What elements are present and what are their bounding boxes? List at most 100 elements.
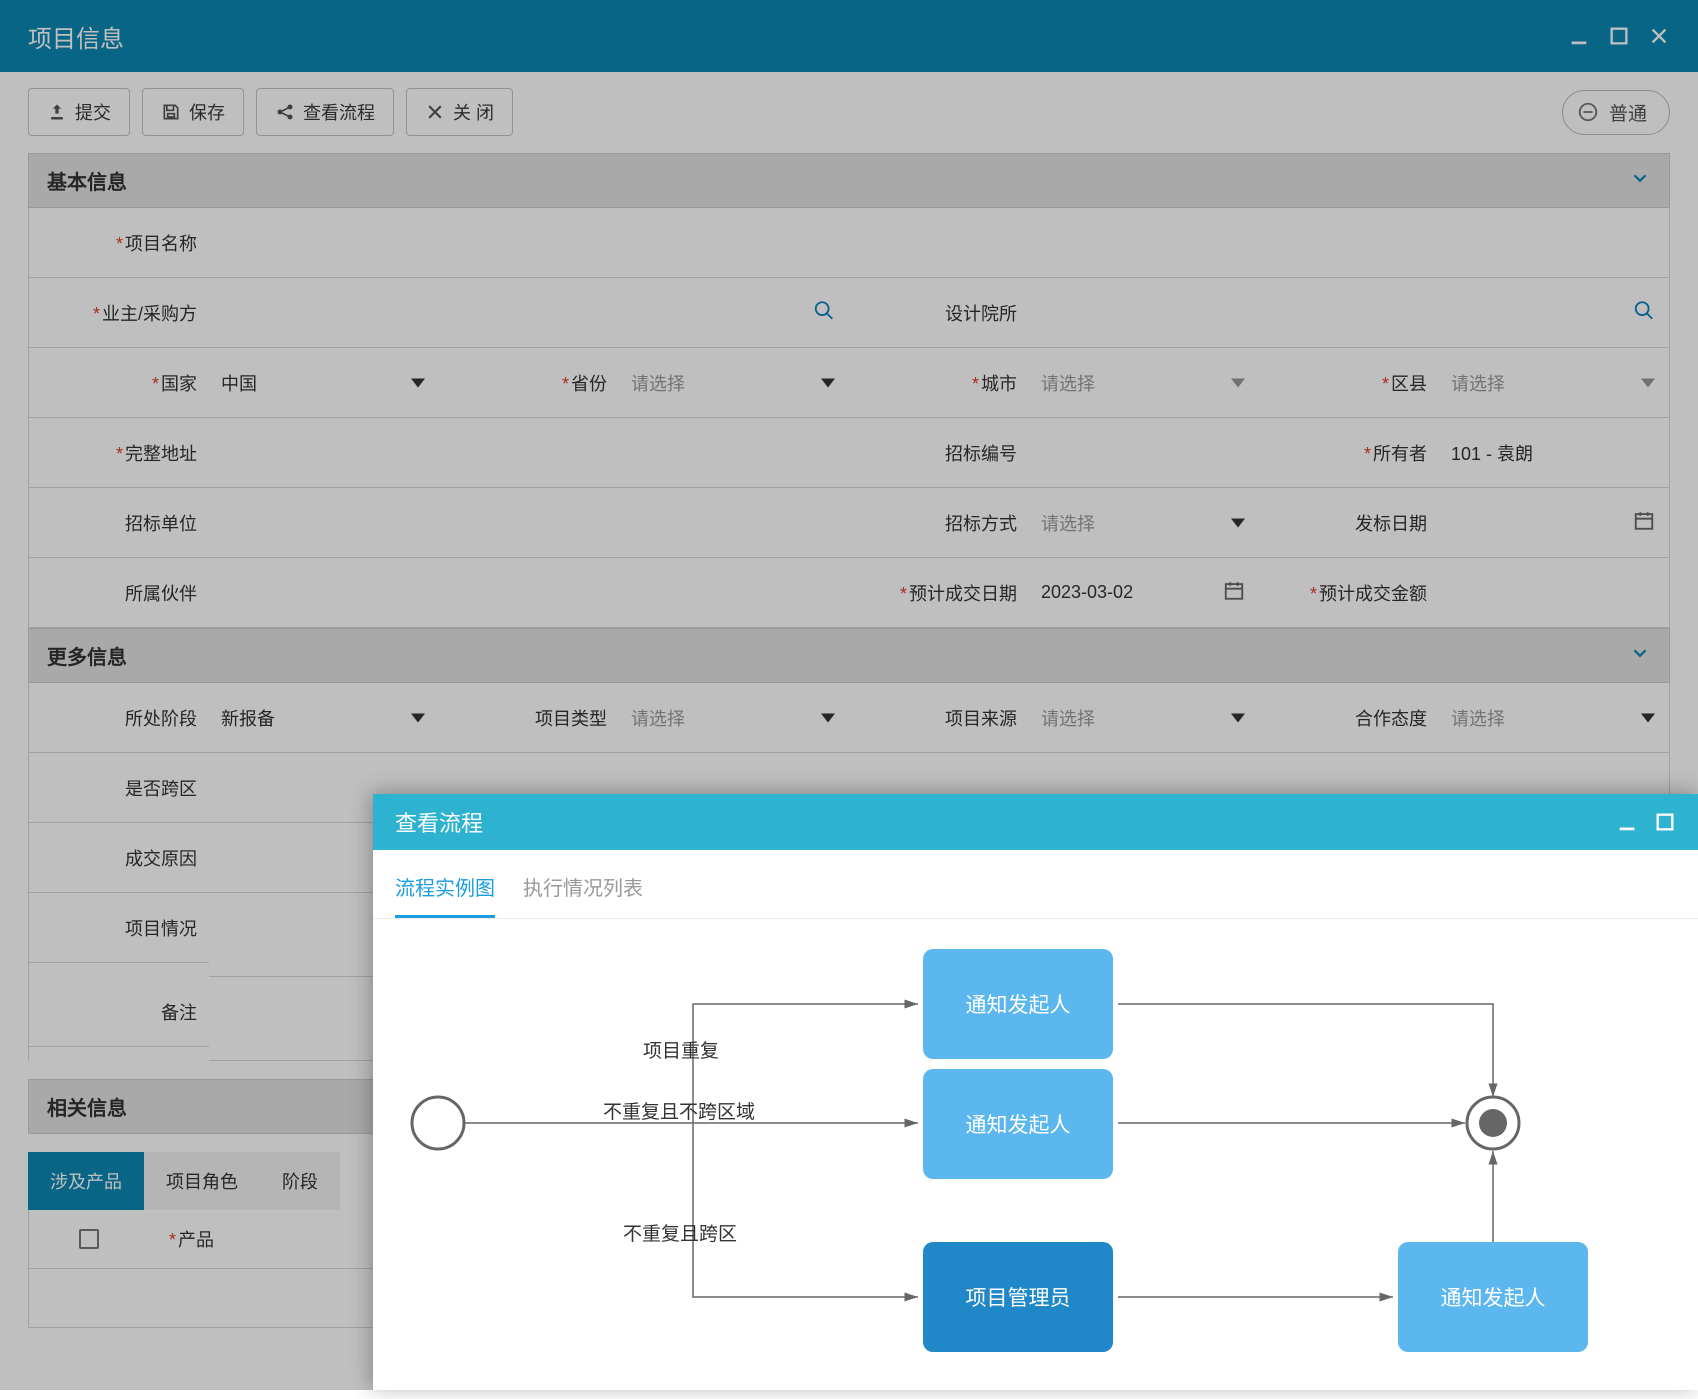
chevron-down-icon: [1629, 642, 1651, 670]
save-button[interactable]: 保存: [142, 88, 244, 136]
est-deal-amount-field[interactable]: [1439, 558, 1669, 628]
issue-date-field[interactable]: [1439, 488, 1669, 558]
bid-unit-field[interactable]: [209, 488, 849, 558]
submit-button[interactable]: 提交: [28, 88, 130, 136]
flow-node-notify-2[interactable]: 通知发起人: [923, 1069, 1113, 1179]
edge-label-duplicate: 项目重复: [643, 1036, 719, 1063]
search-icon[interactable]: [1633, 299, 1655, 326]
owner-field[interactable]: 101 - 袁朗: [1439, 418, 1669, 488]
label-est-deal-amount: 预计成交金额: [1310, 580, 1427, 606]
full-address-field[interactable]: [209, 418, 849, 488]
label-province: 省份: [562, 370, 607, 396]
section-basic-header[interactable]: 基本信息: [28, 153, 1670, 208]
calendar-icon[interactable]: [1223, 579, 1245, 606]
view-process-button[interactable]: 查看流程: [256, 88, 394, 136]
save-icon: [161, 102, 181, 122]
priority-pill[interactable]: 普通: [1562, 90, 1670, 135]
bid-no-field[interactable]: [1029, 418, 1259, 488]
flow-node-notify-3[interactable]: 通知发起人: [1398, 1242, 1588, 1352]
tab-execution-list[interactable]: 执行情况列表: [523, 872, 643, 918]
x-icon: [425, 102, 445, 122]
attitude-select[interactable]: 请选择: [1439, 683, 1669, 753]
city-select[interactable]: 请选择: [1029, 348, 1259, 418]
project-type-select[interactable]: 请选择: [619, 683, 849, 753]
section-more-header[interactable]: 更多信息: [28, 628, 1670, 683]
project-name-field[interactable]: [209, 208, 1669, 278]
label-country: 国家: [152, 370, 197, 396]
label-full-address: 完整地址: [116, 440, 197, 466]
stage-select[interactable]: 新报备: [209, 683, 439, 753]
tab-products[interactable]: 涉及产品: [28, 1152, 144, 1210]
chevron-down-icon: [821, 378, 835, 387]
design-inst-field[interactable]: [1029, 278, 1669, 348]
label-source: 项目来源: [945, 705, 1017, 731]
province-select[interactable]: 请选择: [619, 348, 849, 418]
label-project-type: 项目类型: [535, 705, 607, 731]
chevron-down-icon: [821, 713, 835, 722]
label-issue-date: 发标日期: [1355, 510, 1427, 536]
chevron-down-icon: [1641, 378, 1655, 387]
process-window-title: 查看流程: [395, 806, 483, 838]
label-stage: 所处阶段: [125, 705, 197, 731]
end-node: [1467, 1097, 1519, 1149]
label-bid-method: 招标方式: [945, 510, 1017, 536]
share-icon: [275, 102, 295, 122]
chevron-down-icon: [411, 378, 425, 387]
circle-minus-icon: [1577, 101, 1599, 123]
label-partner: 所属伙伴: [125, 580, 197, 606]
partner-field[interactable]: [209, 558, 849, 628]
flow-node-notify-1[interactable]: 通知发起人: [923, 949, 1113, 1059]
process-titlebar: 查看流程: [373, 794, 1698, 850]
edge-label-no-dup-cross: 不重复且跨区: [623, 1219, 737, 1246]
chevron-down-icon: [1231, 378, 1245, 387]
process-tabs: 流程实例图 执行情况列表: [373, 850, 1698, 919]
select-all-checkbox[interactable]: [79, 1229, 99, 1249]
label-owner: 所有者: [1364, 440, 1427, 466]
col-product: 产品: [169, 1226, 214, 1252]
country-select[interactable]: 中国: [209, 348, 439, 418]
calendar-icon[interactable]: [1633, 509, 1655, 536]
process-window: 查看流程 流程实例图 执行情况列表: [373, 794, 1698, 1390]
maximize-icon[interactable]: [1654, 811, 1676, 833]
label-situation: 项目情况: [125, 915, 197, 941]
maximize-icon[interactable]: [1608, 25, 1630, 47]
label-design-inst: 设计院所: [945, 300, 1017, 326]
close-button[interactable]: 关 闭: [406, 88, 513, 136]
close-icon[interactable]: [1648, 25, 1670, 47]
chevron-down-icon: [1629, 167, 1651, 195]
owner-buyer-field[interactable]: [209, 278, 849, 348]
bid-method-select[interactable]: 请选择: [1029, 488, 1259, 558]
label-bid-unit: 招标单位: [125, 510, 197, 536]
label-est-deal-date: 预计成交日期: [900, 580, 1017, 606]
basic-form: 项目名称 业主/采购方 设计院所 国家 中国 省份 请选择 城市 请选择 区县 …: [28, 208, 1670, 628]
chevron-down-icon: [1231, 713, 1245, 722]
chevron-down-icon: [411, 713, 425, 722]
label-owner-buyer: 业主/采购方: [93, 300, 197, 326]
district-select[interactable]: 请选择: [1439, 348, 1669, 418]
label-district: 区县: [1382, 370, 1427, 396]
label-deal-reason: 成交原因: [125, 845, 197, 871]
start-node: [412, 1097, 464, 1149]
flow-diagram: 通知发起人 通知发起人 项目管理员 通知发起人 项目重复 不重复且不跨区域 不重…: [373, 919, 1698, 1399]
minimize-icon[interactable]: [1568, 25, 1590, 47]
tab-stages[interactable]: 阶段: [260, 1152, 340, 1210]
chevron-down-icon: [1641, 713, 1655, 722]
upload-icon: [47, 102, 67, 122]
tab-flow-diagram[interactable]: 流程实例图: [395, 872, 495, 918]
tab-roles[interactable]: 项目角色: [144, 1152, 260, 1210]
source-select[interactable]: 请选择: [1029, 683, 1259, 753]
chevron-down-icon: [1231, 518, 1245, 527]
label-city: 城市: [972, 370, 1017, 396]
titlebar: 项目信息: [0, 0, 1698, 72]
label-remark: 备注: [161, 999, 197, 1025]
label-bid-no: 招标编号: [945, 440, 1017, 466]
flow-node-admin[interactable]: 项目管理员: [923, 1242, 1113, 1352]
label-attitude: 合作态度: [1355, 705, 1427, 731]
minimize-icon[interactable]: [1616, 811, 1638, 833]
window-title: 项目信息: [28, 19, 124, 54]
search-icon[interactable]: [813, 299, 835, 326]
edge-label-no-dup-no-cross: 不重复且不跨区域: [603, 1097, 755, 1124]
label-project-name: 项目名称: [116, 230, 197, 256]
est-deal-date-field[interactable]: 2023-03-02: [1029, 558, 1259, 628]
label-cross-region: 是否跨区: [125, 775, 197, 801]
